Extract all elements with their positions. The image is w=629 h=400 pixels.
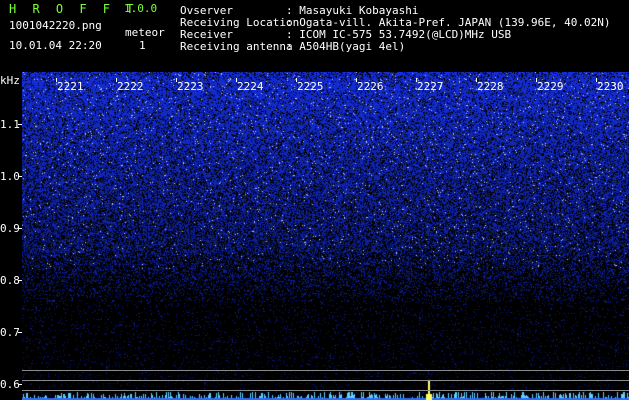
y-tick-mark [18,332,22,334]
x-tick-label: 2227 [417,80,444,93]
x-tick-label: 2223 [177,80,204,93]
x-tick-mark [536,78,537,82]
y-tick-label: 0.9 [0,222,20,236]
meteor-label: meteor [125,26,165,39]
x-tick-label: 2228 [477,80,504,93]
guide-line-lower [22,390,629,391]
x-tick-label: 2229 [537,80,564,93]
x-tick-mark [116,78,117,82]
y-tick-label: 1.1 [0,118,20,132]
meteor-count: 1 [139,39,146,52]
y-tick-mark [18,384,22,386]
y-axis-unit: kHz [0,74,20,87]
app-version: 1.0.0 [124,2,158,15]
x-tick-label: 2221 [57,80,84,93]
y-tick-mark [18,176,22,178]
y-tick-mark [18,280,22,282]
guide-line-upper [22,370,629,371]
x-tick-mark [416,78,417,82]
image-filename: 1001042220.png [9,19,102,32]
x-tick-mark [476,78,477,82]
x-tick-mark [596,78,597,82]
spectrogram-canvas [22,72,629,400]
app-title: H R O F F T [9,2,138,16]
spectrogram [22,72,629,400]
timestamp: 10.01.04 22:20 [9,39,102,52]
y-tick-label: 0.6 [0,378,20,392]
guide-line-middle [22,380,629,381]
antenna-label: Receiving antenna [180,40,293,53]
x-tick-label: 2222 [117,80,144,93]
antenna-value: : A504HB(yagi 4el) [286,40,406,53]
x-tick-mark [56,78,57,82]
x-tick-label: 2230 [597,80,624,93]
x-tick-label: 2225 [297,80,324,93]
y-tick-mark [18,124,22,126]
x-tick-mark [356,78,357,82]
x-tick-mark [236,78,237,82]
x-tick-mark [296,78,297,82]
x-tick-mark [176,78,177,82]
header-panel: H R O F F T 1.0.0 1001042220.png meteor … [0,0,629,72]
x-tick-label: 2224 [237,80,264,93]
x-tick-label: 2226 [357,80,384,93]
y-tick-label: 0.7 [0,326,20,340]
y-tick-mark [18,228,22,230]
y-tick-label: 0.8 [0,274,20,288]
y-tick-label: 1.0 [0,170,20,184]
